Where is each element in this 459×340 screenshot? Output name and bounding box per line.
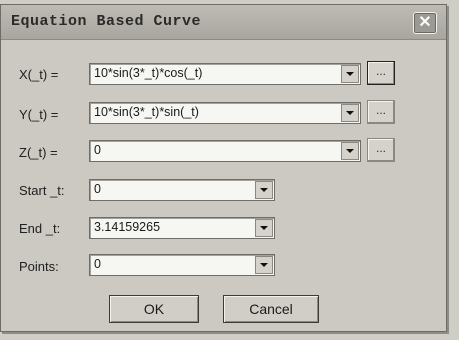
ok-button[interactable]: OK [109,295,199,323]
y-equation-value: 10*sin(3*_t)*sin(_t) [94,105,199,119]
z-equation-combo[interactable]: 0 [89,140,361,162]
equation-curve-dialog: Equation Based Curve ✕ X(_t) = 10*sin(3*… [0,4,447,332]
points-combo[interactable]: 0 [89,254,275,276]
z-label: Z(_t) = [19,145,58,160]
close-button[interactable]: ✕ [413,12,437,34]
z-equation-value: 0 [94,143,101,157]
end-t-value: 3.14159265 [94,220,161,234]
end-t-combo[interactable]: 3.14159265 [89,217,275,239]
start-t-combo[interactable]: 0 [89,179,275,201]
start-t-value: 0 [94,182,101,196]
dialog-title: Equation Based Curve [11,13,202,30]
x-equation-browse-button[interactable]: ... [367,61,395,85]
chevron-down-icon[interactable] [341,65,359,83]
y-equation-browse-button[interactable]: ... [367,100,395,124]
title-bar: Equation Based Curve ✕ [1,5,446,40]
cancel-button[interactable]: Cancel [223,295,319,323]
chevron-down-icon[interactable] [341,142,359,160]
x-equation-value: 10*sin(3*_t)*cos(_t) [94,66,203,80]
z-equation-browse-button[interactable]: ... [367,138,395,162]
y-equation-combo[interactable]: 10*sin(3*_t)*sin(_t) [89,102,361,124]
points-value: 0 [94,257,101,271]
chevron-down-icon[interactable] [341,104,359,122]
y-label: Y(_t) = [19,107,59,122]
start-label: Start _t: [19,183,65,198]
chevron-down-icon[interactable] [255,219,273,237]
end-label: End _t: [19,221,61,236]
x-label: X(_t) = [19,67,59,82]
points-label: Points: [19,259,59,274]
x-equation-combo[interactable]: 10*sin(3*_t)*cos(_t) [89,63,361,85]
chevron-down-icon[interactable] [255,256,273,274]
chevron-down-icon[interactable] [255,181,273,199]
close-icon: ✕ [418,14,432,31]
